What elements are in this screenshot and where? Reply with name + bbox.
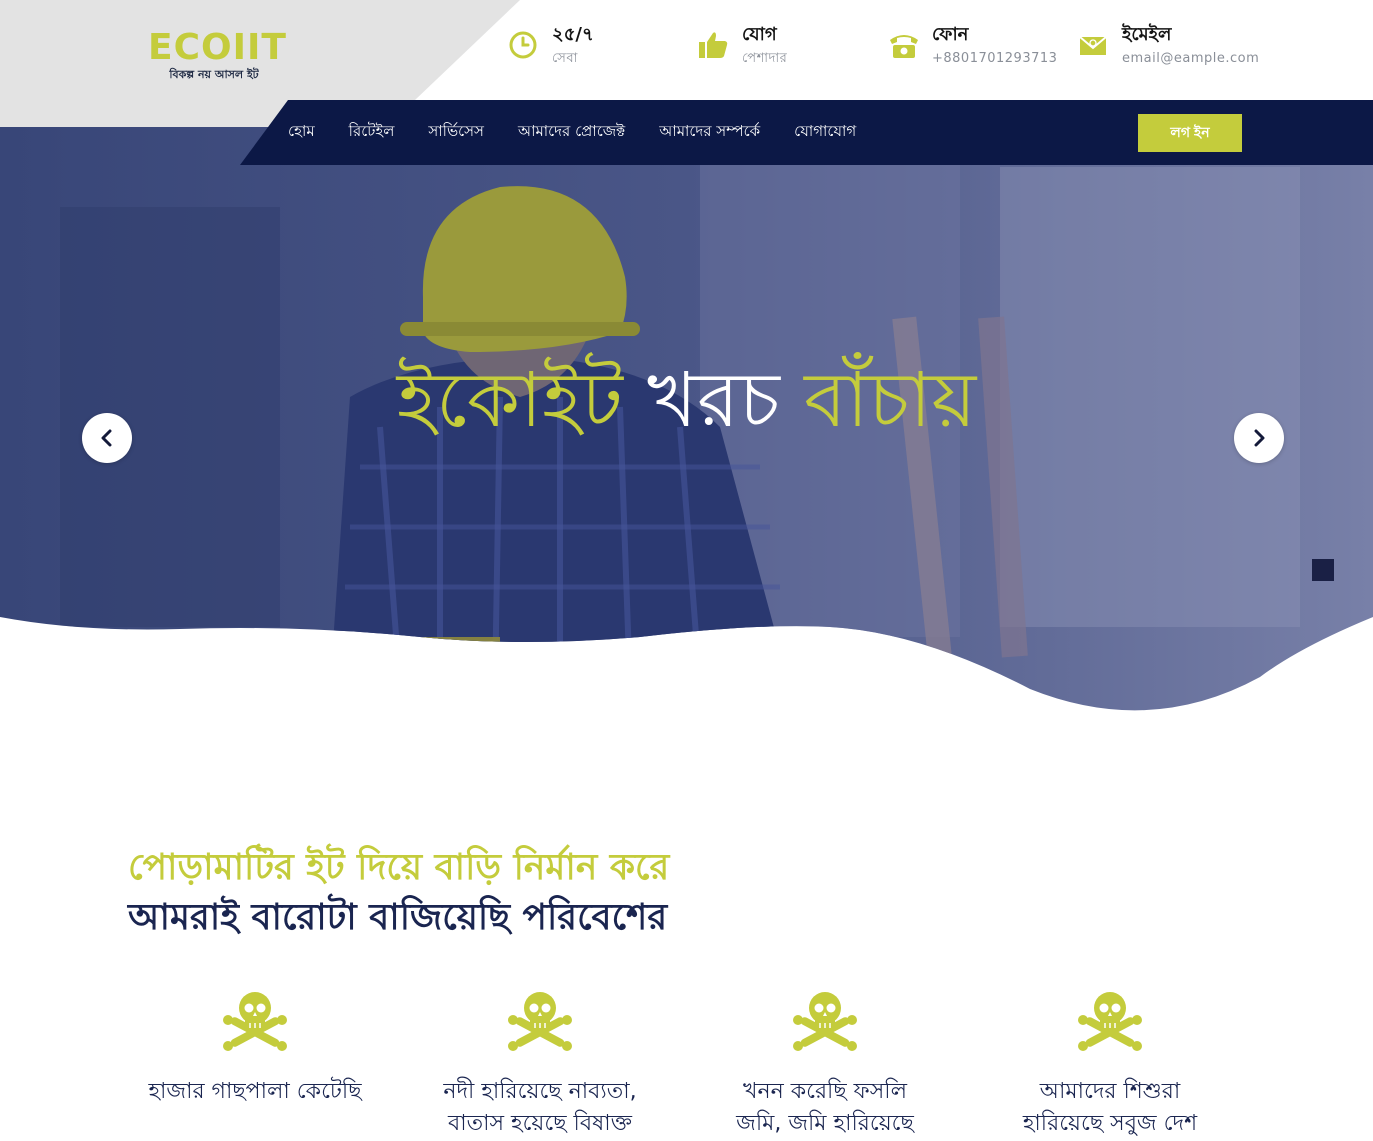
info-title: ইমেইল — [1122, 24, 1172, 45]
hero-title: ইকোইট খরচ বাঁচায় — [0, 355, 1373, 445]
slider-next-button[interactable] — [1234, 413, 1284, 463]
slider-prev-button[interactable] — [82, 413, 132, 463]
logo[interactable]: ECOIIT বিকল্প নয় আসল ইট — [148, 27, 287, 82]
section-heading-line-2: আমরাই বারোটা বাজিয়েছি পরিবেশের — [128, 897, 668, 938]
feature-text-line-1: হাজার গাছপালা কেটেছি — [148, 1079, 362, 1104]
feature-item: হাজার গাছপালা কেটেছি — [115, 990, 395, 1108]
skull-crossbones-icon — [1078, 992, 1142, 1051]
feature-item: আমাদের শিশুরা হারিয়েছে সবুজ দেশ — [970, 990, 1250, 1140]
info-subtitle: সেবা — [552, 51, 578, 66]
info-title: ২৫/৭ — [552, 24, 594, 45]
chevron-right-icon — [1254, 429, 1265, 447]
nav-item-projects[interactable]: আমাদের প্রোজেক্ট — [518, 120, 625, 145]
hero-title-word-1: ইকোইট — [396, 355, 623, 444]
skull-crossbones-icon — [508, 992, 572, 1051]
feature-item: খনন করেছি ফসলি জমি, জমি হারিয়েছে — [685, 990, 965, 1140]
nav-item-home[interactable]: হোম — [288, 120, 315, 145]
info-subtitle: email@eample.com — [1122, 51, 1260, 66]
info-subtitle: +8801701293713 — [932, 51, 1058, 66]
hero-title-word-3: বাঁচায় — [804, 355, 977, 444]
feature-text-line-1: আমাদের শিশুরা — [1039, 1079, 1181, 1104]
nav-item-contact[interactable]: যোগাযোগ — [794, 120, 856, 145]
logo-tagline: বিকল্প নয় আসল ইট — [169, 68, 259, 81]
skull-crossbones-icon — [223, 992, 287, 1051]
feature-text-line-2: বাতাস হয়েছে বিষাক্ত — [448, 1111, 632, 1136]
envelope-icon — [1079, 36, 1107, 55]
feature-text: খনন করেছি ফসলি জমি, জমি হারিয়েছে — [685, 1076, 965, 1140]
telephone-icon — [890, 35, 918, 58]
nav-item-services[interactable]: সার্ভিসেস — [428, 120, 484, 145]
main-nav: হোম রিটেইল সার্ভিসেস আমাদের প্রোজেক্ট আম… — [240, 100, 1373, 165]
info-subtitle: পেশাদার — [742, 51, 788, 66]
nav-item-retail[interactable]: রিটেইল — [349, 120, 395, 145]
feature-text-line-1: নদী হারিয়েছে নাব্যতা, — [443, 1079, 637, 1104]
page: ECOIIT বিকল্প নয় আসল ইট ২৫/৭ সেবা যোগ প… — [0, 0, 1373, 1141]
hero-title-word-2: খরচ — [647, 355, 780, 444]
nav-menu: হোম রিটেইল সার্ভিসেস আমাদের প্রোজেক্ট আম… — [288, 100, 890, 165]
hero-slider: ইকোইট খরচ বাঁচায় — [0, 127, 1373, 717]
logo-text: ECOIIT — [148, 27, 287, 68]
section-heading-line-1: পোড়ামাটির ইট দিয়ে বাড়ি নির্মান করে — [128, 847, 670, 888]
chevron-left-icon — [101, 429, 112, 447]
info-title: ফোন — [932, 24, 969, 45]
login-button[interactable]: লগ ইন — [1138, 114, 1242, 152]
clock-icon — [509, 31, 537, 59]
info-title: যোগ — [742, 24, 777, 45]
feature-text: নদী হারিয়েছে নাব্যতা, বাতাস হয়েছে বিষা… — [400, 1076, 680, 1140]
feature-text: আমাদের শিশুরা হারিয়েছে সবুজ দেশ — [970, 1076, 1250, 1140]
feature-text-line-2: জমি, জমি হারিয়েছে — [736, 1111, 914, 1136]
nav-item-about[interactable]: আমাদের সম্পর্কে — [659, 120, 760, 145]
thumbs-up-icon — [699, 32, 728, 58]
feature-item: নদী হারিয়েছে নাব্যতা, বাতাস হয়েছে বিষা… — [400, 990, 680, 1140]
skull-crossbones-icon — [793, 992, 857, 1051]
feature-text-line-1: খনন করেছি ফসলি — [743, 1079, 907, 1104]
feature-text: হাজার গাছপালা কেটেছি — [115, 1076, 395, 1108]
feature-text-line-2: হারিয়েছে সবুজ দেশ — [1022, 1111, 1198, 1136]
